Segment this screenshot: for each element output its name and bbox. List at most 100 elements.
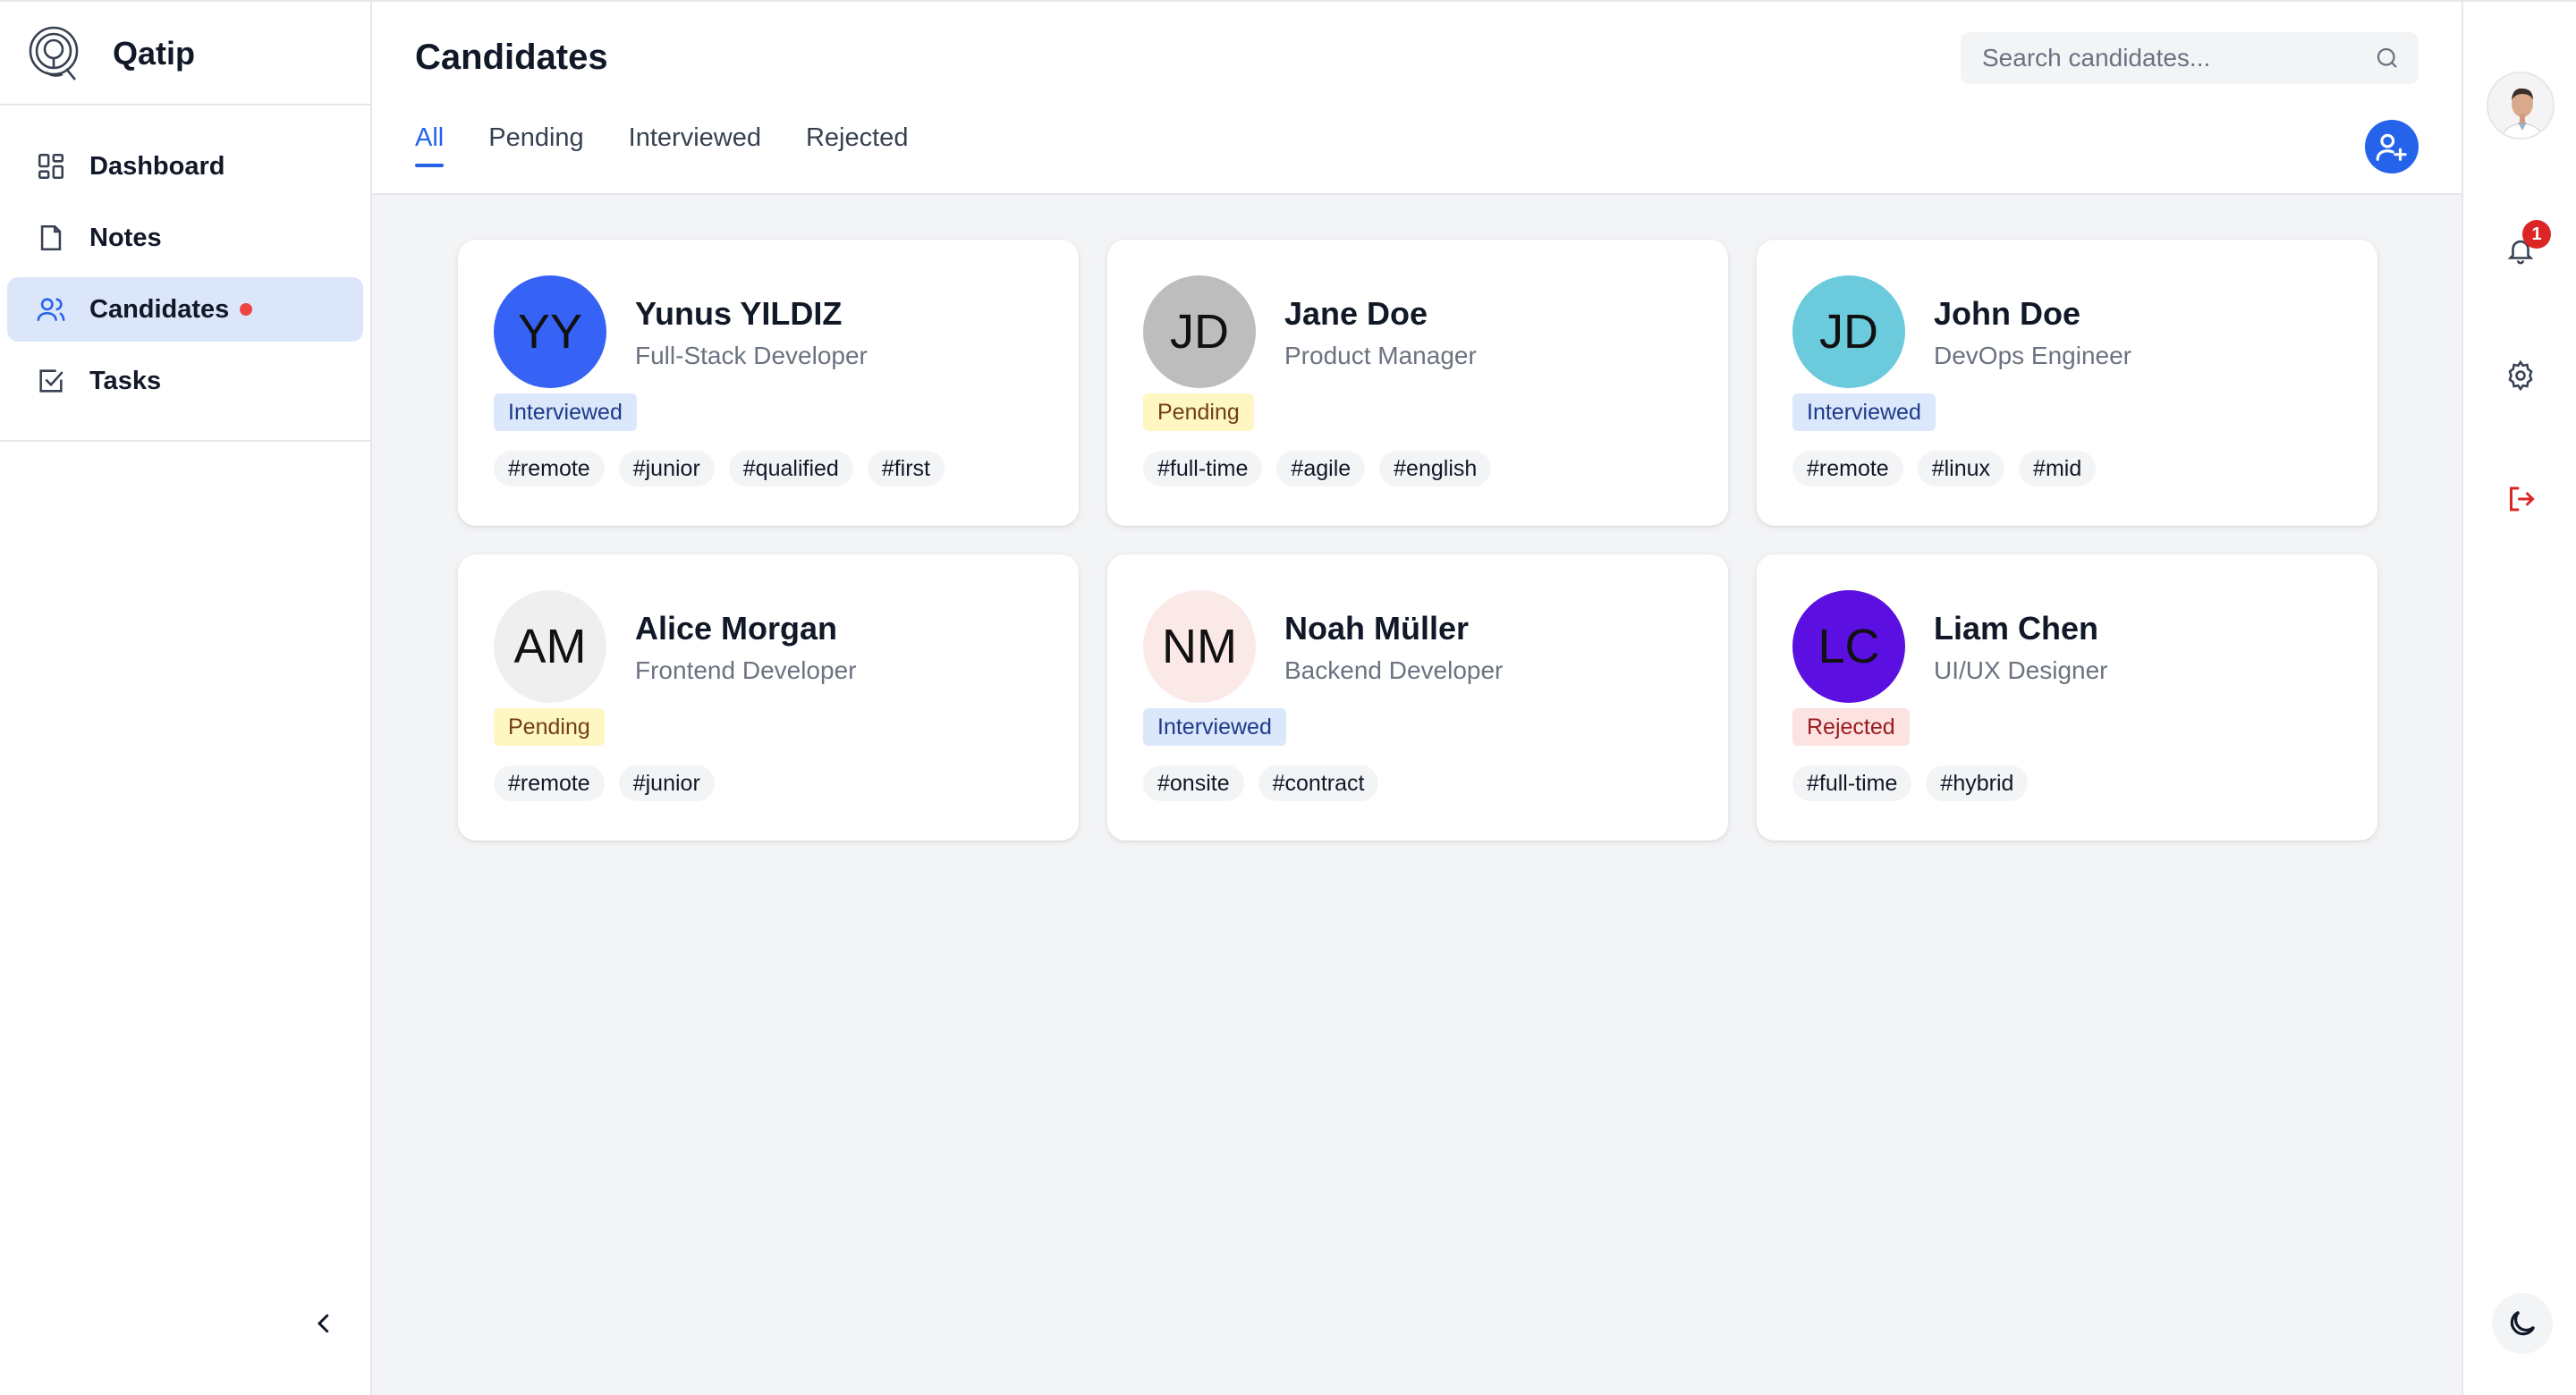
app-root: Qatip Dashboard Notes Candidates Tasks C… [0, 0, 2576, 1395]
user-plus-icon [2376, 133, 2407, 161]
candidate-card[interactable]: JD Jane Doe Product Manager Pending #ful… [1107, 240, 1728, 526]
candidate-name: Alice Morgan [635, 610, 838, 647]
candidate-avatar: YY [494, 275, 606, 388]
candidate-name: Liam Chen [1934, 610, 2099, 647]
tab-all[interactable]: All [415, 123, 445, 167]
tag: #linux [1917, 451, 2005, 486]
gear-icon [2508, 359, 2533, 392]
tab-interviewed[interactable]: Interviewed [629, 123, 761, 167]
candidate-card[interactable]: YY Yunus YILDIZ Full-Stack Developer Int… [458, 240, 1079, 526]
notification-count-badge: 1 [2522, 220, 2551, 249]
checkbox-icon [39, 369, 64, 393]
candidate-avatar: LC [1792, 590, 1905, 703]
candidate-avatar: AM [494, 590, 606, 703]
sidebar-item-candidates[interactable]: Candidates [7, 277, 363, 342]
sidebar-item-label: Candidates [89, 294, 230, 324]
candidate-role: DevOps Engineer [1934, 342, 2132, 369]
tag: #english [1379, 451, 1492, 486]
candidate-avatar: NM [1143, 590, 1256, 703]
tag: #contract [1258, 765, 1379, 801]
user-photo-icon [2488, 73, 2553, 138]
tag-list: #full-time #hybrid [1792, 765, 2042, 801]
sidebar-item-label: Tasks [89, 366, 162, 395]
moon-icon [2510, 1310, 2536, 1336]
sidebar-item-label: Notes [89, 223, 162, 252]
tag: #qualified [728, 451, 853, 486]
tag: #junior [618, 451, 715, 486]
sidebar-item-label: Dashboard [89, 151, 225, 181]
tag: #agile [1276, 451, 1366, 486]
candidate-avatar: JD [1143, 275, 1256, 388]
tab-rejected[interactable]: Rejected [806, 123, 908, 167]
tag-list: #remote #linux #mid [1792, 451, 2110, 486]
notifications-button[interactable]: 1 [2503, 220, 2551, 268]
tag: #remote [1792, 451, 1903, 486]
chevron-left-icon [317, 1314, 329, 1333]
add-candidate-button[interactable] [2365, 120, 2419, 173]
tag: #remote [494, 765, 605, 801]
tag: #first [867, 451, 945, 486]
note-icon [40, 224, 62, 251]
candidate-role: Backend Developer [1284, 656, 1504, 684]
sidebar-divider [0, 440, 370, 442]
candidate-name: Noah Müller [1284, 610, 1470, 647]
sidebar-item-notes[interactable]: Notes [7, 206, 363, 270]
sidebar-divider [0, 104, 370, 106]
tag-list: #remote #junior [494, 765, 729, 801]
candidate-role: Frontend Developer [635, 656, 857, 684]
candidate-grid: YY Yunus YILDIZ Full-Stack Developer Int… [458, 240, 2377, 841]
tag-list: #onsite #contract [1143, 765, 1393, 801]
status-badge: Interviewed [1143, 708, 1286, 746]
logout-button[interactable] [2503, 481, 2538, 517]
status-badge: Pending [1143, 393, 1254, 431]
sidebar: Qatip Dashboard Notes Candidates Tasks [0, 2, 372, 1395]
page-title: Candidates [415, 38, 608, 77]
search-icon[interactable] [2374, 45, 2401, 72]
tag: #full-time [1792, 765, 1912, 801]
candidate-name: John Doe [1934, 295, 2081, 332]
right-rail: 1 [2462, 2, 2576, 1395]
search-input[interactable] [1982, 44, 2374, 72]
unread-indicator-dot [240, 303, 253, 316]
tag: #onsite [1143, 765, 1244, 801]
tag: #hybrid [1926, 765, 2029, 801]
candidate-role: Product Manager [1284, 342, 1477, 369]
tag-list: #remote #junior #qualified #first [494, 451, 959, 486]
theme-toggle-button[interactable] [2492, 1293, 2553, 1354]
dashboard-icon [38, 153, 64, 180]
tab-pending[interactable]: Pending [488, 123, 583, 167]
page-header: Candidates All Pending Interviewed Rejec… [372, 2, 2462, 195]
tag: #remote [494, 451, 605, 486]
qatip-logo-icon [29, 26, 79, 80]
candidate-avatar: JD [1792, 275, 1905, 388]
logout-icon [2510, 486, 2535, 512]
status-badge: Interviewed [1792, 393, 1936, 431]
users-icon [37, 298, 65, 321]
sidebar-item-dashboard[interactable]: Dashboard [7, 134, 363, 199]
candidate-name: Jane Doe [1284, 295, 1428, 332]
status-badge: Rejected [1792, 708, 1910, 746]
settings-button[interactable] [2503, 358, 2538, 393]
sidebar-nav: Dashboard Notes Candidates Tasks [7, 134, 363, 420]
status-badge: Interviewed [494, 393, 637, 431]
candidate-card[interactable]: LC Liam Chen UI/UX Designer Rejected #fu… [1757, 554, 2377, 841]
main-content: Candidates All Pending Interviewed Rejec… [372, 2, 2462, 1395]
tag: #full-time [1143, 451, 1263, 486]
search-box[interactable] [1961, 32, 2419, 84]
candidate-card[interactable]: NM Noah Müller Backend Developer Intervi… [1107, 554, 1728, 841]
tag: #mid [2019, 451, 2097, 486]
sidebar-item-tasks[interactable]: Tasks [7, 349, 363, 413]
status-tabs: All Pending Interviewed Rejected [415, 123, 953, 167]
candidate-role: Full-Stack Developer [635, 342, 868, 369]
brand-name: Qatip [113, 35, 196, 72]
candidate-role: UI/UX Designer [1934, 656, 2108, 684]
candidate-name: Yunus YILDIZ [635, 295, 843, 332]
tag: #junior [618, 765, 715, 801]
tag-list: #full-time #agile #english [1143, 451, 1505, 486]
candidate-card[interactable]: AM Alice Morgan Frontend Developer Pendi… [458, 554, 1079, 841]
collapse-sidebar-button[interactable] [304, 1304, 343, 1343]
profile-avatar[interactable] [2487, 72, 2555, 140]
candidate-card[interactable]: JD John Doe DevOps Engineer Interviewed … [1757, 240, 2377, 526]
status-badge: Pending [494, 708, 605, 746]
brand[interactable]: Qatip [27, 20, 195, 88]
